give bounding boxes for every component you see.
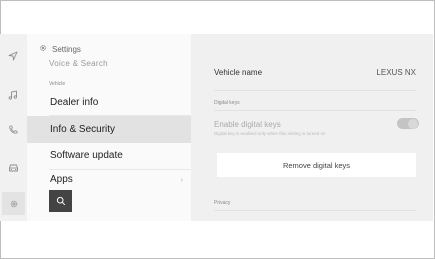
divider bbox=[214, 110, 417, 111]
section-label-privacy: Privacy bbox=[214, 200, 231, 206]
scrolled-item-label: Voice & Search bbox=[49, 60, 108, 66]
enable-digital-keys-toggle[interactable] bbox=[397, 118, 419, 129]
list-item-label: Info & Security bbox=[50, 124, 116, 135]
settings-list: Settings Voice & Search Vehicle Dealer i… bbox=[27, 34, 191, 221]
divider bbox=[214, 90, 417, 91]
list-item-dealer-info[interactable]: Dealer info bbox=[27, 89, 191, 116]
remove-digital-keys-button[interactable]: Remove digital keys bbox=[217, 153, 416, 177]
detail-panel: Vehicle name LEXUS NX Digital keys Enabl… bbox=[191, 34, 433, 221]
chevron-right-icon: › bbox=[180, 175, 183, 184]
phone-icon[interactable] bbox=[4, 121, 22, 139]
vehicle-name-label: Vehicle name bbox=[214, 68, 263, 77]
settings-screen: Settings Voice & Search Vehicle Dealer i… bbox=[0, 34, 433, 221]
settings-header: Settings bbox=[39, 44, 81, 54]
navigation-arrow-icon[interactable] bbox=[4, 47, 22, 65]
gear-icon bbox=[39, 44, 47, 54]
list-item-label: Apps bbox=[50, 174, 73, 185]
list-item-apps[interactable]: Apps › bbox=[27, 166, 191, 193]
enable-digital-keys-description: Digital key is enabled only when this se… bbox=[214, 131, 326, 136]
vehicle-name-value[interactable]: LEXUS NX bbox=[376, 68, 416, 77]
section-label-digital-keys: Digital keys bbox=[214, 100, 240, 106]
list-item-info-security[interactable]: Info & Security bbox=[27, 116, 191, 143]
search-icon bbox=[56, 196, 65, 206]
list-item-label: Dealer info bbox=[50, 97, 99, 108]
gear-icon[interactable] bbox=[2, 192, 25, 215]
divider bbox=[214, 210, 417, 211]
search-button[interactable] bbox=[49, 190, 72, 212]
car-icon[interactable] bbox=[4, 159, 22, 177]
list-item-software-update[interactable]: Software update bbox=[27, 142, 191, 169]
settings-title: Settings bbox=[52, 44, 81, 54]
list-item-label: Software update bbox=[50, 150, 123, 161]
enable-digital-keys-label: Enable digital keys bbox=[214, 120, 281, 129]
nav-rail bbox=[0, 34, 27, 221]
section-label-vehicle: Vehicle bbox=[49, 81, 66, 87]
music-note-icon[interactable] bbox=[4, 86, 22, 104]
toggle-knob bbox=[408, 118, 418, 129]
